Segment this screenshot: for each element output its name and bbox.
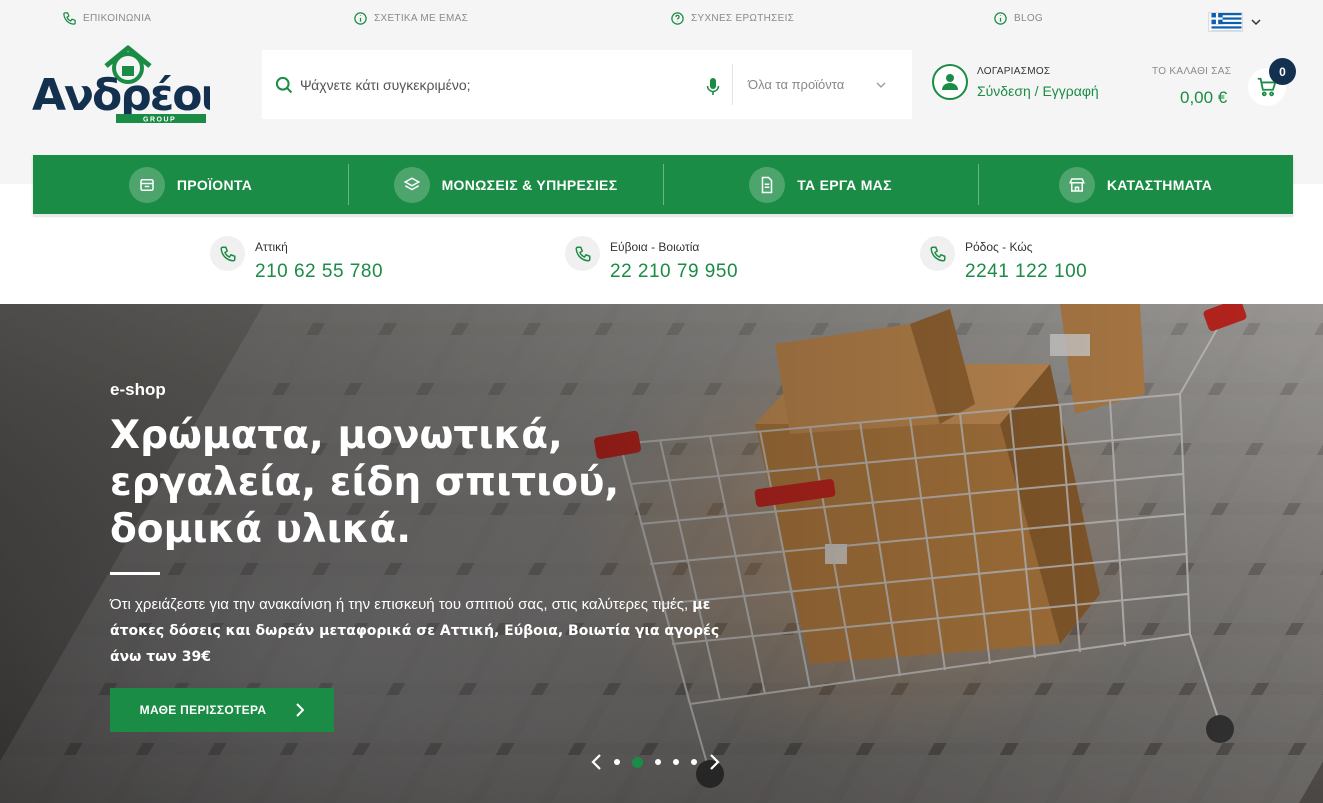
about-link-label: ΣΧΕΤΙΚΑ ΜΕ ΕΜΑΣ [374,13,469,24]
slider-navigation [590,754,721,770]
phone-icon [565,236,600,271]
faq-link-label: ΣΥΧΝΕΣ ΕΡΩΤΗΣΕΙΣ [691,13,795,24]
learn-more-label: ΜΑΘΕ ΠΕΡΙΣΣΟΤΕΡΑ [139,703,267,717]
category-select[interactable]: Όλα τα προϊόντα [748,50,898,119]
products-icon [128,166,165,203]
cart-label: ΤΟ ΚΑΛΑΘΙ ΣΑΣ [1152,66,1232,77]
phone-icon [920,236,955,271]
hero-headline: Χρώματα, μονωτικά, εργαλεία, είδη σπιτιο… [110,413,620,552]
nav-item-label: ΠΡΟΪΟΝΤΑ [176,176,253,193]
nav-item-products[interactable]: ΠΡΟΪΟΝΤΑ [33,155,348,214]
nav-item-label: ΤΑ ΕΡΓΑ ΜΑΣ [797,176,892,193]
phone-region: Εύβοια - Βοιωτία [610,240,700,254]
category-select-value: Όλα τα προϊόντα [748,77,845,92]
contact-link[interactable]: ΕΠΙΚΟΙΝΩΝΙΑ [62,11,151,26]
nav-item-stores[interactable]: ΚΑΤΑΣΤΗΜΑΤΑ [978,155,1293,214]
search-bar: Όλα τα προϊόντα [262,50,912,119]
phone-number[interactable]: 22 210 79 950 [610,261,738,283]
phone-number[interactable]: 210 62 55 780 [255,261,383,283]
phone-number[interactable]: 2241 122 100 [965,261,1087,283]
about-link[interactable]: ΣΧΕΤΙΚΑ ΜΕ ΕΜΑΣ [353,11,468,26]
slider-dots [614,756,697,768]
cart-total: 0,00 € [1180,88,1228,107]
contact-link-label: ΕΠΙΚΟΙΝΩΝΙΑ [83,13,152,24]
info-icon [994,12,1007,25]
account-widget[interactable]: ΛΟΓΑΡΙΑΣΜΟΣ Σύνδεση / Εγγραφή [932,64,1099,100]
blog-link[interactable]: BLOG [993,11,1043,26]
cart-count-badge: 0 [1269,58,1296,85]
chevron-right-icon[interactable] [707,754,721,770]
main-nav: ΠΡΟΪΟΝΤΑ ΜΟΝΩΣΕΙΣ & ΥΠΗΡΕΣΙΕΣ ΤΑ ΕΡΓΑ ΜΑ… [33,155,1293,214]
slider-dot[interactable] [614,759,620,765]
chevron-down-icon [1251,19,1261,26]
slider-dot[interactable] [655,759,661,765]
nav-item-label: ΜΟΝΩΣΕΙΣ & ΥΠΗΡΕΣΙΕΣ [441,176,618,193]
language-selector[interactable] [1208,12,1261,32]
phone-region: Αττική [255,240,288,254]
hero-slider: e-shop Χρώματα, μονωτικά, εργαλεία, είδη… [0,304,1323,803]
store-icon [1058,166,1095,203]
search-divider [732,64,733,105]
info-icon [354,12,367,25]
phone-icon [63,12,76,25]
nav-item-projects[interactable]: ΤΑ ΕΡΓΑ ΜΑΣ [663,155,978,214]
svg-text:GROUP: GROUP [143,117,176,124]
greek-flag-icon [1208,12,1243,32]
phone-attica[interactable]: Αττική 210 62 55 780 [210,236,383,283]
chevron-down-icon [876,82,886,88]
top-bar: ΕΠΙΚΟΙΝΩΝΙΑ ΣΧΕΤΙΚΑ ΜΕ ΕΜΑΣ ΣΥΧΝΕΣ ΕΡΩΤΗ… [0,0,1323,38]
nav-item-label: ΚΑΤΑΣΤΗΜΑΤΑ [1106,176,1213,193]
account-label: ΛΟΓΑΡΙΑΣΜΟΣ [977,65,1051,77]
hero-eyebrow: e-shop [110,380,166,399]
question-icon [671,12,684,25]
chevron-left-icon[interactable] [590,754,604,770]
layers-icon [393,166,430,203]
search-input[interactable] [300,76,700,93]
user-icon [932,64,968,100]
blog-link-label: BLOG [1014,13,1043,24]
slider-dot[interactable] [691,759,697,765]
brand-logo[interactable]: Ανδρέου GROUP [32,44,230,126]
hero-divider [110,572,160,575]
learn-more-button[interactable]: ΜΑΘΕ ΠΕΡΙΣΣΟΤΕΡΑ [110,688,334,732]
search-icon[interactable] [274,75,294,95]
chevron-right-icon [296,703,305,717]
hero-description-plain: Ότι χρειάζεστε για την ανακαίνιση ή την … [110,596,693,613]
phone-rhodes-kos[interactable]: Ρόδος - Κώς 2241 122 100 [920,236,1087,283]
svg-text:Ανδρέου: Ανδρέου [32,70,210,121]
hero-description: Ότι χρειάζεστε για την ανακαίνιση ή την … [110,592,730,670]
phone-icon [210,236,245,271]
phone-region: Ρόδος - Κώς [965,240,1033,254]
slider-dot[interactable] [673,759,679,765]
slider-dot[interactable] [632,756,643,768]
phone-evia-viotia[interactable]: Εύβοια - Βοιωτία 22 210 79 950 [565,236,738,283]
microphone-icon[interactable] [706,78,720,96]
login-register-link[interactable]: Σύνδεση / Εγγραφή [977,83,1099,99]
nav-underline [33,214,1293,217]
faq-link[interactable]: ΣΥΧΝΕΣ ΕΡΩΤΗΣΕΙΣ [670,11,794,26]
nav-item-insulation-services[interactable]: ΜΟΝΩΣΕΙΣ & ΥΠΗΡΕΣΙΕΣ [348,155,663,214]
document-icon [749,166,786,203]
